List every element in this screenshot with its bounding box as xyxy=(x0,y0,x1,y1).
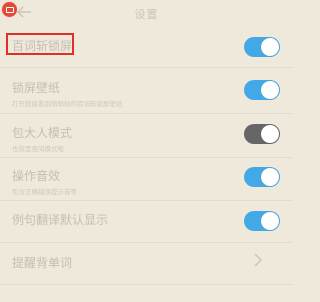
setting-label-wallpaper: 锁屏壁纸 xyxy=(12,81,61,95)
setting-subtitle-night-mode: 也就是夜间模式啦 xyxy=(12,145,64,153)
divider xyxy=(0,157,293,158)
divider xyxy=(0,284,293,285)
settings-screen: 设置 百词斩锁屏 锁屏壁纸 打开就能看到萌萌哒的百词斩锁屏壁纸 包大人模式 也就… xyxy=(0,0,293,302)
chevron-right-icon[interactable] xyxy=(253,252,263,268)
setting-subtitle-wallpaper: 打开就能看到萌萌哒的百词斩锁屏壁纸 xyxy=(12,100,123,108)
divider xyxy=(0,67,293,68)
divider xyxy=(0,113,293,114)
toggle-lockscreen[interactable] xyxy=(244,37,280,57)
toggle-knob xyxy=(261,212,279,230)
divider xyxy=(0,242,293,243)
toggle-knob xyxy=(261,38,279,56)
setting-label-night-mode: 包大人模式 xyxy=(12,126,73,140)
toggle-knob xyxy=(261,81,279,99)
highlight-box xyxy=(6,33,74,55)
page-title: 设置 xyxy=(134,8,159,21)
toggle-example-translation[interactable] xyxy=(244,211,280,231)
toggle-knob xyxy=(261,125,279,143)
setting-subtitle-sound-effects: 包含正确错误提示音等 xyxy=(12,188,77,196)
toggle-sound-effects[interactable] xyxy=(244,167,280,187)
toggle-knob xyxy=(261,168,279,186)
setting-label-example-translation: 例句翻译默认显示 xyxy=(12,213,109,227)
setting-label-sound-effects: 操作音效 xyxy=(12,169,61,183)
toggle-wallpaper[interactable] xyxy=(244,80,280,100)
toggle-night-mode[interactable] xyxy=(244,124,280,144)
divider xyxy=(0,200,293,201)
setting-label-reminder[interactable]: 提醒背单词 xyxy=(12,254,72,271)
